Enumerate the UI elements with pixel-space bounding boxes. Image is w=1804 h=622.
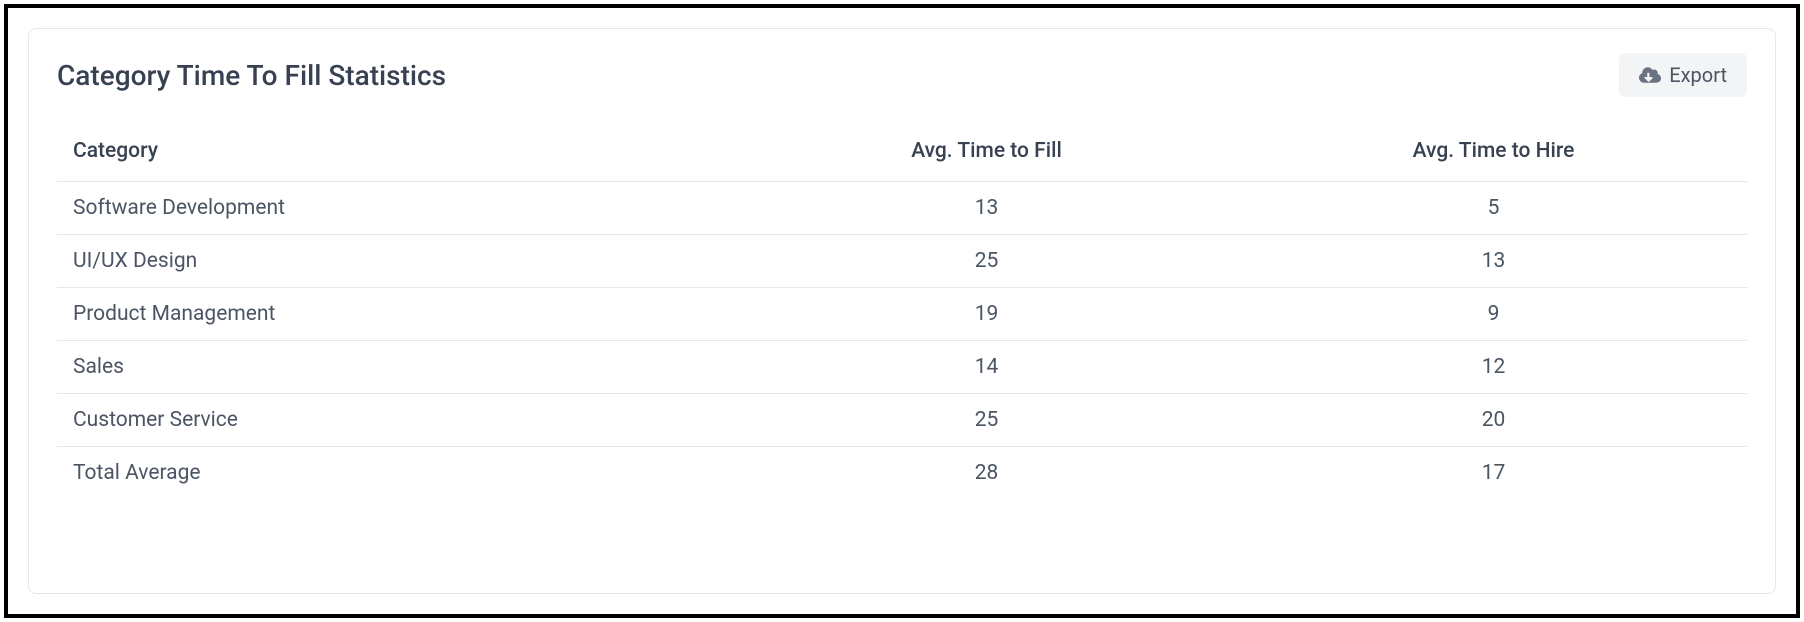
cell-avg-time-to-hire: 13 <box>1240 235 1747 288</box>
export-button[interactable]: Export <box>1619 53 1747 97</box>
header-avg-time-to-fill: Avg. Time to Fill <box>733 125 1240 182</box>
header-avg-time-to-hire: Avg. Time to Hire <box>1240 125 1747 182</box>
cell-avg-time-to-fill: 25 <box>733 394 1240 447</box>
cell-category: Software Development <box>57 182 733 235</box>
cell-category: Sales <box>57 341 733 394</box>
table-row: Total Average2817 <box>57 447 1747 500</box>
table-row: Customer Service2520 <box>57 394 1747 447</box>
cell-avg-time-to-hire: 17 <box>1240 447 1747 500</box>
cell-category: UI/UX Design <box>57 235 733 288</box>
export-button-label: Export <box>1669 63 1727 87</box>
table-row: Product Management199 <box>57 288 1747 341</box>
cell-avg-time-to-hire: 5 <box>1240 182 1747 235</box>
table-header-row: Category Avg. Time to Fill Avg. Time to … <box>57 125 1747 182</box>
card-header: Category Time To Fill Statistics Export <box>57 53 1747 97</box>
statistics-table: Category Avg. Time to Fill Avg. Time to … <box>57 125 1747 499</box>
header-category: Category <box>57 125 733 182</box>
cell-avg-time-to-hire: 12 <box>1240 341 1747 394</box>
cell-avg-time-to-hire: 9 <box>1240 288 1747 341</box>
cell-avg-time-to-fill: 13 <box>733 182 1240 235</box>
cell-avg-time-to-fill: 25 <box>733 235 1240 288</box>
card-title: Category Time To Fill Statistics <box>57 59 446 92</box>
table-row: UI/UX Design2513 <box>57 235 1747 288</box>
cell-avg-time-to-fill: 28 <box>733 447 1240 500</box>
table-row: Software Development135 <box>57 182 1747 235</box>
cell-avg-time-to-fill: 14 <box>733 341 1240 394</box>
table-row: Sales1412 <box>57 341 1747 394</box>
cell-category: Product Management <box>57 288 733 341</box>
cell-category: Total Average <box>57 447 733 500</box>
cell-avg-time-to-fill: 19 <box>733 288 1240 341</box>
cell-avg-time-to-hire: 20 <box>1240 394 1747 447</box>
statistics-card: Category Time To Fill Statistics Export … <box>28 28 1776 594</box>
cloud-download-icon <box>1639 64 1661 86</box>
cell-category: Customer Service <box>57 394 733 447</box>
